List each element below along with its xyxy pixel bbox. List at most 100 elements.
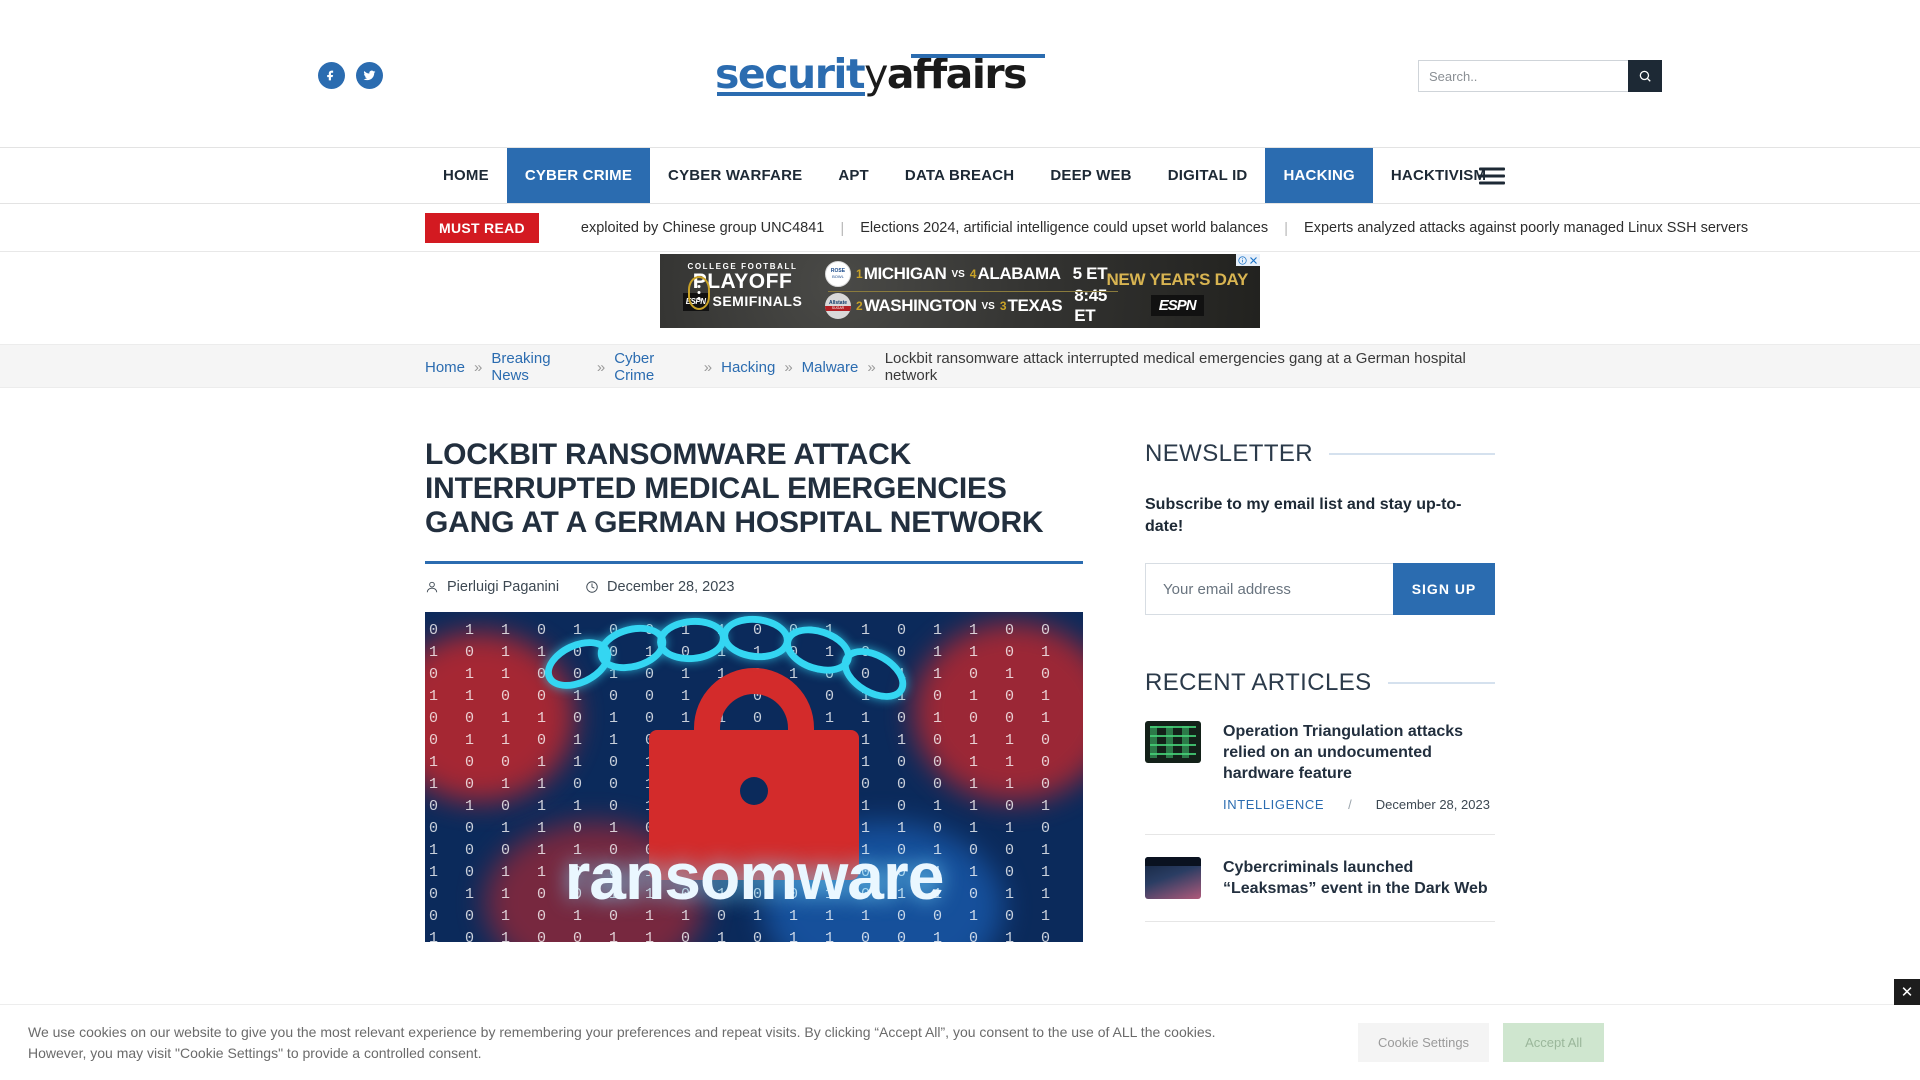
game2-seed-a: 2 <box>856 299 863 313</box>
game2-seed-b: 3 <box>999 299 1007 313</box>
ad-new-years-label: NEW YEAR'S DAY <box>1106 270 1248 289</box>
ad-cfp-logo: COLLEGE FOOTBALL PLAYOFF ESPN SEMIFINALS <box>670 262 815 311</box>
heading-line <box>1329 453 1495 455</box>
advertisement-banner[interactable]: COLLEGE FOOTBALL PLAYOFF ESPN SEMIFINALS … <box>660 254 1260 328</box>
cookie-text-line2: However, you may visit "Cookie Settings"… <box>28 1044 482 1061</box>
breadcrumb-item-cyber-crime[interactable]: Cyber Crime <box>614 350 695 384</box>
cfp-trophy-icon <box>688 276 710 310</box>
cookie-text-line1: We use cookies on our website to give yo… <box>28 1023 1216 1040</box>
breadcrumb-item-home[interactable]: Home <box>425 359 465 376</box>
ticker-item-1[interactable]: exploited by Chinese group UNC4841 <box>581 220 824 236</box>
article-author-label: Pierluigi Paganini <box>447 579 560 595</box>
hamburger-menu-icon[interactable] <box>1479 163 1505 188</box>
page-title: Lockbit ransomware attack interrupted me… <box>425 438 1044 539</box>
image-caption-text: ransomware <box>564 839 945 913</box>
list-item[interactable]: Operation Triangulation attacks relied o… <box>1145 721 1495 835</box>
list-item[interactable]: Cybercriminals launched “Leaksmas” event… <box>1145 857 1495 922</box>
breadcrumb-item-breaking-news[interactable]: Breaking News <box>491 350 588 384</box>
nav-item-digital-id[interactable]: DIGITAL ID <box>1150 148 1266 203</box>
article-column: Lockbit ransomware attack interrupted me… <box>425 438 1083 944</box>
article-thumbnail <box>1145 857 1201 899</box>
game1-team-a: MICHIGAN <box>863 264 947 283</box>
search-input[interactable] <box>1418 60 1628 92</box>
recent-article-date: December 28, 2023 <box>1375 797 1490 812</box>
search-form <box>1418 60 1662 92</box>
sugar-bowl-badge-icon: Allstate SUGAR <box>825 293 851 319</box>
adchoices-icon[interactable] <box>1236 254 1260 266</box>
user-icon <box>426 581 438 593</box>
must-read-badge: MUST READ <box>425 213 539 243</box>
recent-article-title[interactable]: Cybercriminals launched “Leaksmas” event… <box>1223 857 1495 899</box>
game2-team-a: WASHINGTON <box>863 296 977 315</box>
must-read-ticker: MUST READ exploited by Chinese group UNC… <box>0 204 1920 252</box>
breadcrumb-separator: » <box>596 358 606 376</box>
nav-item-hacking[interactable]: HACKING <box>1265 148 1373 203</box>
ticker-item-2[interactable]: Elections 2024, artificial intelligence … <box>860 220 1268 236</box>
cookie-buttons: Cookie Settings Accept All <box>1358 1023 1605 1062</box>
accept-all-button[interactable]: Accept All <box>1503 1023 1605 1062</box>
ticker-separator: | <box>840 219 845 237</box>
nav-item-apt[interactable]: APT <box>820 148 887 203</box>
ad-divider <box>828 291 1118 292</box>
site-logo[interactable]: securityaffairs <box>715 48 1045 100</box>
game2-vs: VS <box>981 300 995 312</box>
breadcrumb-item-hacking[interactable]: Hacking <box>721 359 775 376</box>
heading-line <box>1387 682 1495 684</box>
padlock-keyhole <box>740 777 768 805</box>
meta-separator: / <box>1348 797 1352 812</box>
breadcrumb-separator: » <box>474 358 483 376</box>
recent-articles-heading: RECENT ARTICLES <box>1145 669 1372 696</box>
clock-icon <box>586 581 598 593</box>
game1-seed-b: 4 <box>969 267 977 281</box>
breadcrumb-separator: » <box>703 358 713 376</box>
cookie-consent-banner: ✕ We use cookies on our website to give … <box>0 979 1920 1080</box>
newsletter-heading: NEWSLETTER <box>1145 440 1314 467</box>
cookie-settings-button[interactable]: Cookie Settings <box>1358 1023 1490 1062</box>
breadcrumb-item-malware[interactable]: Malware <box>802 359 859 376</box>
ad-right-block: NEW YEAR'S DAY ESPN <box>1106 270 1248 316</box>
game1-seed-a: 1 <box>856 267 863 281</box>
recent-article-category[interactable]: INTELLIGENCE <box>1223 797 1324 812</box>
newsletter-subheading: Subscribe to my email list and stay up-t… <box>1145 496 1462 535</box>
article-thumbnail <box>1145 721 1201 763</box>
recent-article-meta: INTELLIGENCE / December 28, 2023 <box>1223 797 1495 812</box>
cookie-text: We use cookies on our website to give yo… <box>28 1022 1358 1064</box>
twitter-icon[interactable] <box>356 62 383 89</box>
newsletter-form: SIGN UP <box>1145 563 1495 615</box>
ad-zone: COLLEGE FOOTBALL PLAYOFF ESPN SEMIFINALS … <box>0 252 1920 344</box>
breadcrumb-bar: Home » Breaking News » Cyber Crime » Hac… <box>0 344 1920 388</box>
ad-game-row-1: ROSE BOWL 1 MICHIGAN VS 4 ALABAMA 5 ET <box>825 258 1115 290</box>
recent-article-title[interactable]: Operation Triangulation attacks relied o… <box>1223 721 1495 784</box>
sidebar: NEWSLETTER Subscribe to my email list an… <box>1145 438 1495 944</box>
signup-button[interactable]: SIGN UP <box>1393 563 1495 615</box>
ad-games: ROSE BOWL 1 MICHIGAN VS 4 ALABAMA 5 ET Al… <box>825 258 1115 325</box>
logo-top-bar <box>911 54 1045 58</box>
ticker-items: exploited by Chinese group UNC4841 | Ele… <box>581 220 1748 237</box>
nav-item-cyber-crime[interactable]: CYBER CRIME <box>506 148 651 203</box>
article-date: December 28, 2023 <box>585 579 734 595</box>
game1-time: 5 ET <box>1072 264 1108 283</box>
ad-game-row-2: Allstate SUGAR 2 WASHINGTON VS 3 TEXAS 8:… <box>825 286 1115 325</box>
nav-item-cyber-warfare[interactable]: CYBER WARFARE <box>650 148 820 203</box>
social-links <box>318 62 383 89</box>
espn-logo: ESPN <box>1150 295 1204 316</box>
game2-team-b: TEXAS <box>1007 296 1063 315</box>
logo-slash: y <box>864 50 888 98</box>
close-icon[interactable]: ✕ <box>1894 979 1920 1005</box>
page-root: securityaffairs HOME CYBER CRIME CYBER W… <box>0 0 1920 1080</box>
article-meta: Pierluigi Paganini December 28, 2023 <box>425 579 1083 595</box>
game1-team-b: ALABAMA <box>977 264 1061 283</box>
nav-item-home[interactable]: HOME <box>425 148 507 203</box>
newsletter-heading-row: NEWSLETTER <box>1145 440 1495 468</box>
breadcrumb: Home » Breaking News » Cyber Crime » Hac… <box>425 345 1495 389</box>
title-rule <box>425 561 1083 564</box>
ticker-item-3[interactable]: Experts analyzed attacks against poorly … <box>1304 220 1748 236</box>
email-field[interactable] <box>1145 563 1393 615</box>
facebook-icon[interactable] <box>318 62 345 89</box>
site-header: securityaffairs <box>0 0 1920 148</box>
nav-item-deep-web[interactable]: DEEP WEB <box>1032 148 1149 203</box>
article-author[interactable]: Pierluigi Paganini <box>425 579 559 595</box>
search-button[interactable] <box>1628 60 1662 92</box>
nav-item-data-breach[interactable]: DATA BREACH <box>887 148 1032 203</box>
recent-articles-list: Operation Triangulation attacks relied o… <box>1145 721 1495 922</box>
